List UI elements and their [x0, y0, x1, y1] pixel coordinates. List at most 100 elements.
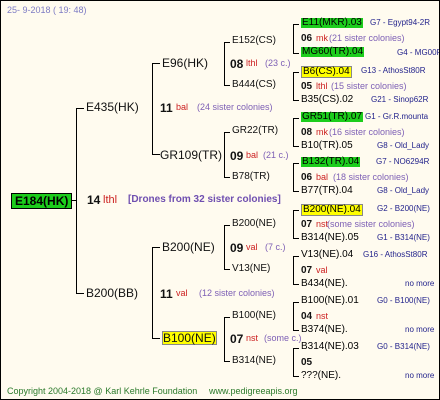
connector	[224, 317, 225, 362]
gen3-node-5[interactable]: V13(NE)	[232, 264, 270, 274]
gen4-lower-desc-0: G4 - MG00R	[397, 48, 440, 57]
connector	[152, 338, 160, 339]
gen1-status-0: bal	[176, 102, 189, 112]
connector	[293, 72, 299, 73]
gen4-lower-desc-4: G1 - B314(NE)	[377, 233, 430, 242]
gen4-lower-2[interactable]: B10(TR).05	[301, 141, 353, 151]
connector	[293, 118, 299, 119]
gen3-node-2[interactable]: GR22(TR)	[232, 126, 278, 136]
gen2-node-2[interactable]: B200(NE)	[162, 241, 215, 253]
gen4-sisters-0: (21 sister colonies)	[329, 33, 405, 43]
gen4-lower-3[interactable]: B77(TR).04	[301, 186, 353, 196]
gen4-upper-2[interactable]: GR51(TR).07	[301, 112, 364, 122]
gen2-status-3: nst	[246, 333, 259, 343]
gen4-status-5: val	[316, 265, 328, 275]
connector	[293, 256, 299, 257]
connector	[293, 238, 299, 239]
connector	[152, 154, 160, 155]
gen3-node-7[interactable]: B314(NE)	[232, 356, 276, 366]
root-drones: [Drones from 32 sister colonies]	[128, 194, 281, 205]
connector	[293, 302, 299, 303]
connector	[293, 330, 299, 331]
connector	[224, 42, 230, 43]
gen3-node-6[interactable]: B100(NE)	[232, 311, 276, 321]
gen4-sisters-3: (18 sister colonies)	[333, 172, 409, 182]
gen2-node-1[interactable]: GR109(TR)	[160, 149, 222, 161]
gen4-lower-5[interactable]: B434(NE).	[301, 279, 348, 289]
gen4-lower-6[interactable]: B374(NE).	[301, 325, 348, 335]
connector	[152, 63, 160, 64]
root-status: lthl	[103, 194, 118, 206]
connector	[293, 256, 294, 285]
connector	[293, 376, 299, 377]
gen3-node-0[interactable]: E152(CS)	[232, 36, 276, 46]
connector	[293, 348, 299, 349]
gen1-node-0[interactable]: E435(HK)	[86, 101, 139, 113]
gen4-lower-desc-2: G8 - Old_Lady	[377, 141, 430, 150]
connector	[224, 225, 230, 226]
gen4-upper-0[interactable]: E11(MKR).03	[301, 18, 363, 28]
gen4-lower-desc-3: G8 - Old_Lady	[377, 186, 430, 195]
gen4-sisters-4: (some sister colonies)	[327, 219, 415, 229]
connector	[293, 146, 299, 147]
gen4-lower-desc-6: no more	[405, 325, 435, 334]
gen2-number-1: 09	[230, 149, 244, 163]
connector	[293, 24, 299, 25]
gen4-upper-4[interactable]: B200(NE).04	[301, 204, 363, 216]
connector	[293, 348, 294, 377]
gen4-upper-desc-6: G0 - B100(NE)	[377, 296, 430, 305]
gen2-number-0: 08	[230, 57, 244, 71]
gen4-upper-5[interactable]: V13(NE).04	[301, 250, 353, 260]
gen2-sisters-3: (some c.)	[264, 333, 302, 343]
gen2-node-0[interactable]: E96(HK)	[162, 57, 208, 69]
connector	[152, 63, 153, 155]
gen1-sisters-1: (12 sister colonies)	[199, 288, 275, 298]
connector	[224, 225, 225, 270]
gen4-upper-1[interactable]: B6(CS).04	[301, 66, 352, 78]
connector	[293, 118, 294, 147]
connector	[224, 317, 230, 318]
gen4-sisters-2: (16 sister colonies)	[329, 127, 405, 137]
connector	[224, 177, 230, 178]
connector	[224, 132, 230, 133]
gen4-upper-desc-7: G0 - B314(NE)	[377, 342, 430, 351]
gen4-number-3: 06	[301, 172, 313, 183]
gen4-upper-7[interactable]: B314(NE).03	[301, 342, 359, 352]
connector	[293, 24, 294, 54]
gen4-number-0: 06	[301, 33, 313, 44]
gen2-node-3[interactable]: B100(NE)	[162, 331, 217, 345]
site-link[interactable]: www.pedigreeapis.org	[209, 387, 298, 396]
connector	[224, 269, 230, 270]
gen4-upper-3[interactable]: B132(TR).04	[301, 157, 361, 167]
gen3-node-1[interactable]: B444(CS)	[232, 80, 276, 90]
gen3-node-4[interactable]: B200(NE)	[232, 219, 276, 229]
gen1-number-1: 11	[160, 287, 173, 301]
gen4-status-1: lthl	[316, 81, 328, 91]
connector	[76, 108, 77, 294]
connector	[224, 42, 225, 86]
gen4-upper-desc-2: G1 - Gr.R.mounta	[365, 112, 429, 121]
gen4-status-3: bal	[316, 172, 329, 182]
gen4-status-2: mk	[316, 127, 328, 137]
connector	[293, 72, 294, 101]
gen4-upper-desc-5: G16 - AthosSt80R	[363, 250, 428, 259]
gen4-number-4: 07	[301, 219, 313, 230]
gen4-lower-7[interactable]: ???(NE).	[301, 371, 341, 381]
connector	[293, 284, 299, 285]
gen4-lower-1[interactable]: B35(CS).02	[301, 95, 353, 105]
gen4-upper-6[interactable]: B100(NE).01	[301, 296, 359, 306]
connector	[293, 191, 299, 192]
gen2-sisters-1: (21 c.)	[263, 150, 289, 160]
gen2-number-3: 07	[230, 332, 244, 346]
gen2-sisters-0: (23 c.)	[265, 58, 291, 68]
gen2-status-1: bal	[246, 150, 259, 160]
gen4-upper-desc-3: G7 - NO6294R	[376, 157, 430, 166]
connector	[224, 132, 225, 178]
connector	[224, 85, 230, 86]
gen3-node-3[interactable]: B78(TR)	[232, 172, 270, 182]
gen4-lower-4[interactable]: B314(NE).05	[301, 233, 359, 243]
gen4-lower-0[interactable]: MG60(TR).04	[301, 47, 365, 57]
gen1-node-1[interactable]: B200(BB)	[86, 287, 138, 299]
pedigree-chart: 25- 9-2018 ( 19: 48) E184(HK) 14 lthl [D…	[0, 0, 440, 400]
root-queen[interactable]: E184(HK)	[11, 193, 73, 209]
